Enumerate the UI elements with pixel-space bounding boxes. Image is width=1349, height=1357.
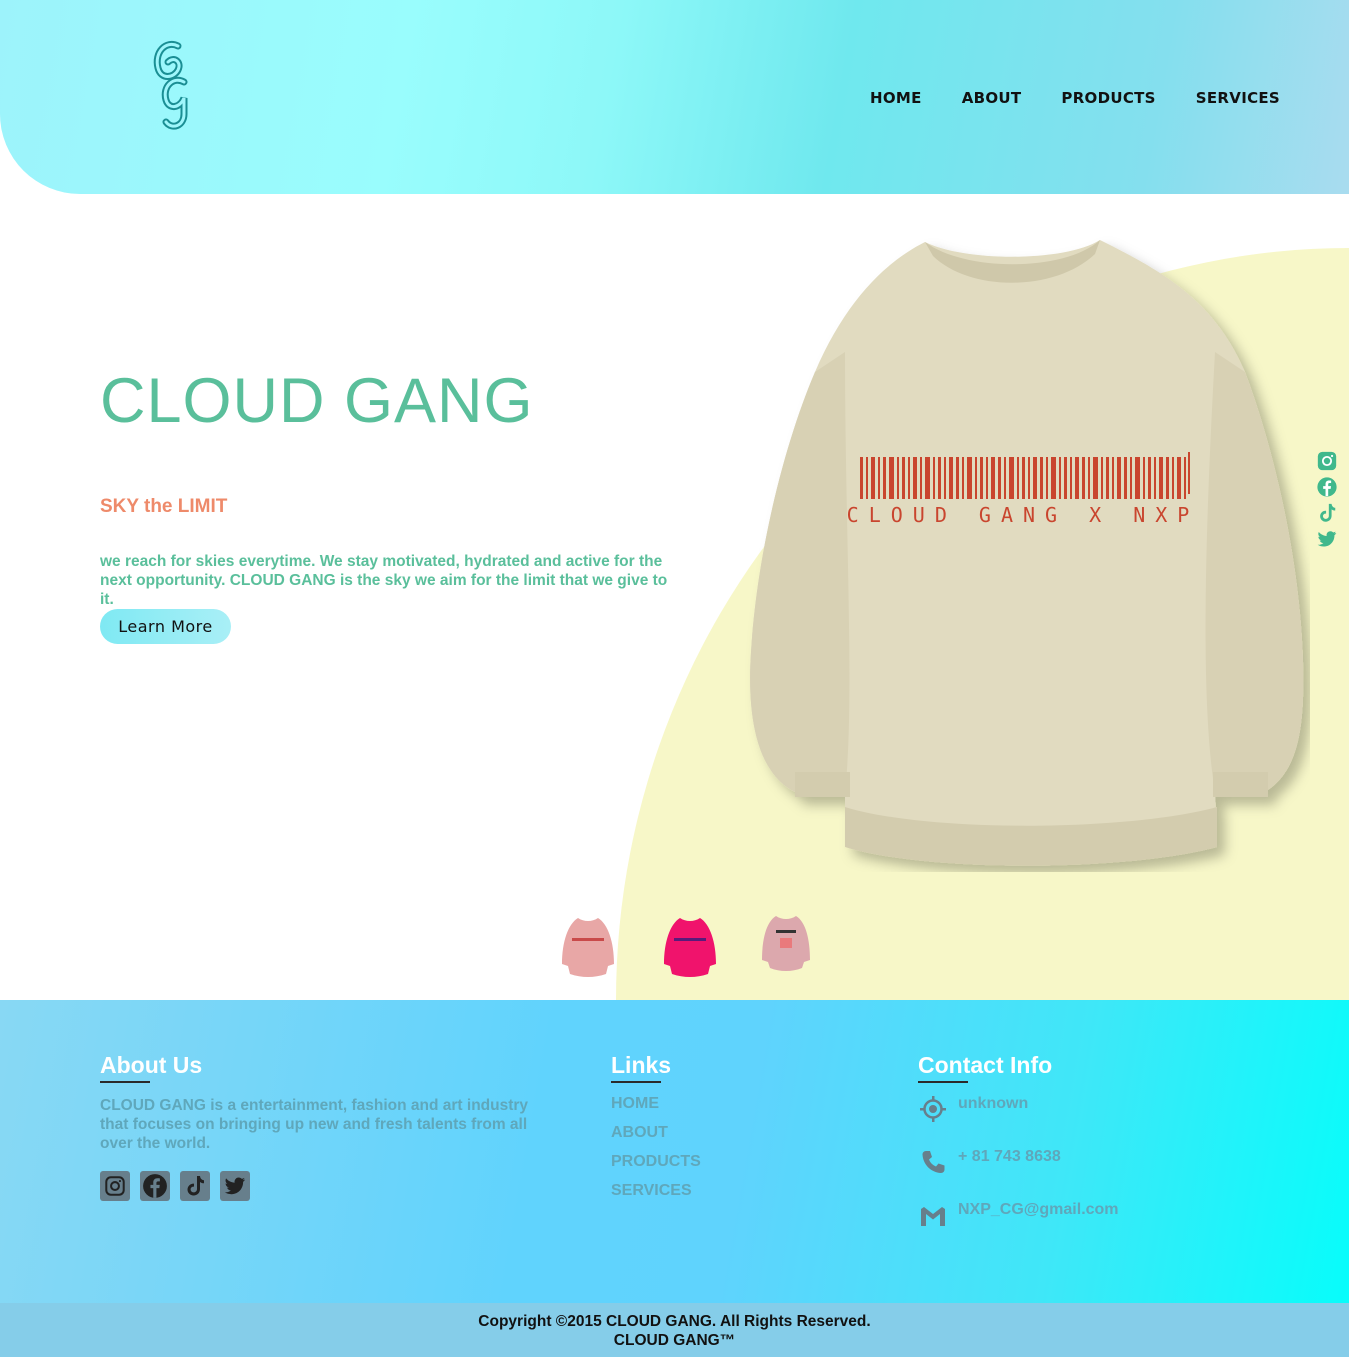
nav-about[interactable]: ABOUT: [962, 88, 1022, 108]
phone-icon: [922, 1151, 945, 1173]
footer-about-text: CLOUD GANG is a entertainment, fashion a…: [100, 1097, 529, 1152]
footer-tiktok-icon[interactable]: [180, 1171, 210, 1201]
footer-facebook-icon[interactable]: [140, 1171, 170, 1201]
sweater-product-image: CLOUD GANG X NXP: [750, 240, 1304, 866]
contact-location: unknown: [918, 1094, 1028, 1124]
thumbnail-pink-sweater[interactable]: [758, 912, 814, 978]
footer-link-home[interactable]: HOME: [611, 1094, 701, 1113]
gmail-icon: [921, 1207, 945, 1226]
contact-email-text: NXP_CG@gmail.com: [958, 1201, 1119, 1218]
location-target-icon: [920, 1096, 946, 1122]
thumbnail-hot-pink-sweater[interactable]: [662, 912, 718, 978]
side-social-bar: [1316, 450, 1340, 554]
trademark-text: CLOUD GANG™: [613, 1332, 736, 1349]
main-nav: HOME ABOUT PRODUCTS SERVICES: [870, 88, 1280, 108]
hero-title: CLOUD GANG: [100, 366, 534, 436]
learn-more-button[interactable]: Learn More: [100, 609, 231, 644]
contact-email: NXP_CG@gmail.com: [918, 1200, 1119, 1230]
footer-twitter-icon[interactable]: [220, 1171, 250, 1201]
footer-links-underline: [611, 1081, 661, 1083]
footer-about-underline: [100, 1081, 150, 1083]
contact-phone: + 81 743 8638: [918, 1147, 1061, 1177]
footer-link-products[interactable]: PRODUCTS: [611, 1152, 701, 1171]
copyright-bar: Copyright ©2015 CLOUD GANG. All Rights R…: [0, 1303, 1349, 1357]
footer-social-icons: [100, 1171, 260, 1201]
cloud-gang-logo[interactable]: [148, 38, 196, 132]
footer-links-heading: Links: [611, 1052, 672, 1078]
nav-services[interactable]: SERVICES: [1196, 88, 1280, 108]
footer-link-about[interactable]: ABOUT: [611, 1123, 701, 1142]
nav-home[interactable]: HOME: [870, 88, 922, 108]
contact-location-text: unknown: [958, 1095, 1029, 1112]
instagram-icon[interactable]: [1316, 450, 1338, 472]
footer-about-heading: About Us: [100, 1052, 203, 1078]
footer-contact-underline: [918, 1081, 968, 1083]
footer-instagram-icon[interactable]: [100, 1171, 130, 1201]
site-header: HOME ABOUT PRODUCTS SERVICES: [0, 0, 1349, 194]
copyright-text: Copyright ©2015 CLOUD GANG. All Rights R…: [478, 1313, 871, 1330]
twitter-icon[interactable]: [1316, 528, 1338, 550]
hero-description: we reach for skies everytime. We stay mo…: [100, 553, 668, 608]
footer-links-list: HOME ABOUT PRODUCTS SERVICES: [611, 1094, 701, 1210]
footer-contact-heading: Contact Info: [918, 1052, 1053, 1078]
footer-link-services[interactable]: SERVICES: [611, 1181, 701, 1200]
facebook-icon[interactable]: [1316, 476, 1338, 498]
thumbnail-light-pink-sweater[interactable]: [560, 912, 616, 978]
tiktok-icon[interactable]: [1316, 502, 1338, 524]
sweater-print-text: CLOUD GANG X NXP: [847, 503, 1200, 527]
hero-subtitle: SKY the LIMIT: [100, 496, 228, 517]
contact-phone-text: + 81 743 8638: [958, 1148, 1061, 1165]
nav-products[interactable]: PRODUCTS: [1061, 88, 1155, 108]
